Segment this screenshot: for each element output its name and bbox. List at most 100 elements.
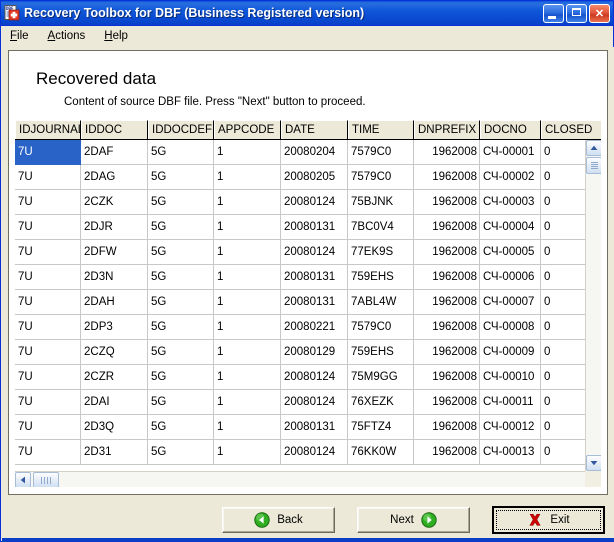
cell-time[interactable]: 75M9GG [348, 365, 414, 390]
cell-appcode[interactable]: 1 [214, 190, 281, 215]
scroll-up-icon[interactable] [586, 140, 601, 156]
cell-closed[interactable]: 0 [541, 265, 585, 290]
cell-date[interactable]: 20080131 [281, 290, 348, 315]
cell-dnprefix[interactable]: 1962008 [414, 440, 480, 465]
cell-iddocdef[interactable]: 5G [148, 265, 214, 290]
recovered-data-grid[interactable]: IDJOURNALIDDOCIDDOCDEFAPPCODEDATETIMEDNP… [15, 120, 601, 487]
cell-appcode[interactable]: 1 [214, 390, 281, 415]
cell-dnprefix[interactable]: 1962008 [414, 290, 480, 315]
cell-iddoc[interactable]: 2CZK [81, 190, 148, 215]
cell-time[interactable]: 7BC0V4 [348, 215, 414, 240]
cell-iddoc[interactable]: 2D3N [81, 265, 148, 290]
cell-closed[interactable]: 0 [541, 365, 585, 390]
cell-dnprefix[interactable]: 1962008 [414, 365, 480, 390]
cell-time[interactable]: 7579C0 [348, 140, 414, 165]
cell-dnprefix[interactable]: 1962008 [414, 415, 480, 440]
cell-docno[interactable]: СЧ-00009 [480, 340, 541, 365]
cell-time[interactable]: 75FTZ4 [348, 415, 414, 440]
cell-time[interactable]: 7579C0 [348, 165, 414, 190]
cell-iddoc[interactable]: 2DFW [81, 240, 148, 265]
cell-docno[interactable]: СЧ-00002 [480, 165, 541, 190]
table-row[interactable]: 7U2DJR5G1200801317BC0V41962008СЧ-000040 [15, 215, 585, 240]
column-header-appcode[interactable]: APPCODE [214, 120, 281, 139]
table-row[interactable]: 7U2D315G12008012476KK0W1962008СЧ-000130 [15, 440, 585, 465]
cell-dnprefix[interactable]: 1962008 [414, 190, 480, 215]
column-header-dnprefix[interactable]: DNPREFIX [414, 120, 480, 139]
cell-closed[interactable]: 0 [541, 165, 585, 190]
cell-iddoc[interactable]: 2DAG [81, 165, 148, 190]
cell-idjournal[interactable]: 7U [15, 190, 81, 215]
cell-iddocdef[interactable]: 5G [148, 390, 214, 415]
cell-iddocdef[interactable]: 5G [148, 165, 214, 190]
cell-time[interactable]: 76XEZK [348, 390, 414, 415]
back-button[interactable]: Back [222, 507, 335, 533]
cell-iddocdef[interactable]: 5G [148, 315, 214, 340]
cell-closed[interactable]: 0 [541, 215, 585, 240]
cell-date[interactable]: 20080124 [281, 365, 348, 390]
cell-date[interactable]: 20080221 [281, 315, 348, 340]
close-button[interactable]: ✕ [589, 4, 610, 23]
cell-iddoc[interactable]: 2CZR [81, 365, 148, 390]
table-row[interactable]: 7U2CZQ5G120080129759EHS1962008СЧ-000090 [15, 340, 585, 365]
minimize-button[interactable] [543, 4, 564, 23]
menu-item-file[interactable]: File [7, 28, 38, 45]
cell-date[interactable]: 20080124 [281, 190, 348, 215]
table-row[interactable]: 7U2CZR5G12008012475M9GG1962008СЧ-000100 [15, 365, 585, 390]
menu-item-help[interactable]: Help [101, 28, 137, 45]
cell-date[interactable]: 20080129 [281, 340, 348, 365]
cell-idjournal[interactable]: 7U [15, 265, 81, 290]
cell-docno[interactable]: СЧ-00012 [480, 415, 541, 440]
cell-appcode[interactable]: 1 [214, 290, 281, 315]
table-row[interactable]: 7U2CZK5G12008012475BJNK1962008СЧ-000030 [15, 190, 585, 215]
table-row[interactable]: 7U2DAF5G1200802047579C01962008СЧ-000010 [15, 140, 585, 165]
column-header-iddocdef[interactable]: IDDOCDEF [148, 120, 214, 139]
cell-time[interactable]: 7579C0 [348, 315, 414, 340]
cell-dnprefix[interactable]: 1962008 [414, 315, 480, 340]
cell-closed[interactable]: 0 [541, 390, 585, 415]
exit-button[interactable]: Exit [492, 506, 605, 534]
cell-closed[interactable]: 0 [541, 190, 585, 215]
cell-date[interactable]: 20080124 [281, 390, 348, 415]
cell-date[interactable]: 20080131 [281, 415, 348, 440]
grid-body[interactable]: 7U2DAF5G1200802047579C01962008СЧ-0000107… [15, 140, 585, 471]
horizontal-scrollbar[interactable] [15, 471, 585, 487]
cell-iddoc[interactable]: 2DAF [81, 140, 148, 165]
title-bar[interactable]: DBF Recovery Toolbox for DBF (Business R… [1, 1, 613, 26]
cell-appcode[interactable]: 1 [214, 265, 281, 290]
cell-closed[interactable]: 0 [541, 340, 585, 365]
table-row[interactable]: 7U2D3Q5G12008013175FTZ41962008СЧ-000120 [15, 415, 585, 440]
cell-date[interactable]: 20080124 [281, 240, 348, 265]
cell-idjournal[interactable]: 7U [15, 390, 81, 415]
cell-time[interactable]: 77EK9S [348, 240, 414, 265]
cell-iddoc[interactable]: 2DJR [81, 215, 148, 240]
cell-dnprefix[interactable]: 1962008 [414, 340, 480, 365]
cell-closed[interactable]: 0 [541, 140, 585, 165]
cell-closed[interactable]: 0 [541, 240, 585, 265]
cell-appcode[interactable]: 1 [214, 340, 281, 365]
cell-dnprefix[interactable]: 1962008 [414, 240, 480, 265]
cell-iddocdef[interactable]: 5G [148, 365, 214, 390]
cell-idjournal[interactable]: 7U [15, 365, 81, 390]
cell-appcode[interactable]: 1 [214, 440, 281, 465]
cell-date[interactable]: 20080205 [281, 165, 348, 190]
table-row[interactable]: 7U2DFW5G12008012477EK9S1962008СЧ-000050 [15, 240, 585, 265]
scroll-left-icon[interactable] [15, 472, 31, 487]
cell-idjournal[interactable]: 7U [15, 140, 81, 165]
cell-closed[interactable]: 0 [541, 315, 585, 340]
cell-idjournal[interactable]: 7U [15, 290, 81, 315]
column-header-date[interactable]: DATE [281, 120, 348, 139]
cell-docno[interactable]: СЧ-00011 [480, 390, 541, 415]
cell-idjournal[interactable]: 7U [15, 240, 81, 265]
column-header-closed[interactable]: CLOSED [541, 120, 601, 139]
column-header-time[interactable]: TIME [348, 120, 414, 139]
cell-appcode[interactable]: 1 [214, 215, 281, 240]
table-row[interactable]: 7U2DAI5G12008012476XEZK1962008СЧ-000110 [15, 390, 585, 415]
cell-time[interactable]: 759EHS [348, 340, 414, 365]
cell-time[interactable]: 759EHS [348, 265, 414, 290]
table-row[interactable]: 7U2DP35G1200802217579C01962008СЧ-000080 [15, 315, 585, 340]
cell-iddocdef[interactable]: 5G [148, 190, 214, 215]
cell-iddoc[interactable]: 2DAH [81, 290, 148, 315]
cell-dnprefix[interactable]: 1962008 [414, 140, 480, 165]
cell-docno[interactable]: СЧ-00005 [480, 240, 541, 265]
cell-iddoc[interactable]: 2D3Q [81, 415, 148, 440]
